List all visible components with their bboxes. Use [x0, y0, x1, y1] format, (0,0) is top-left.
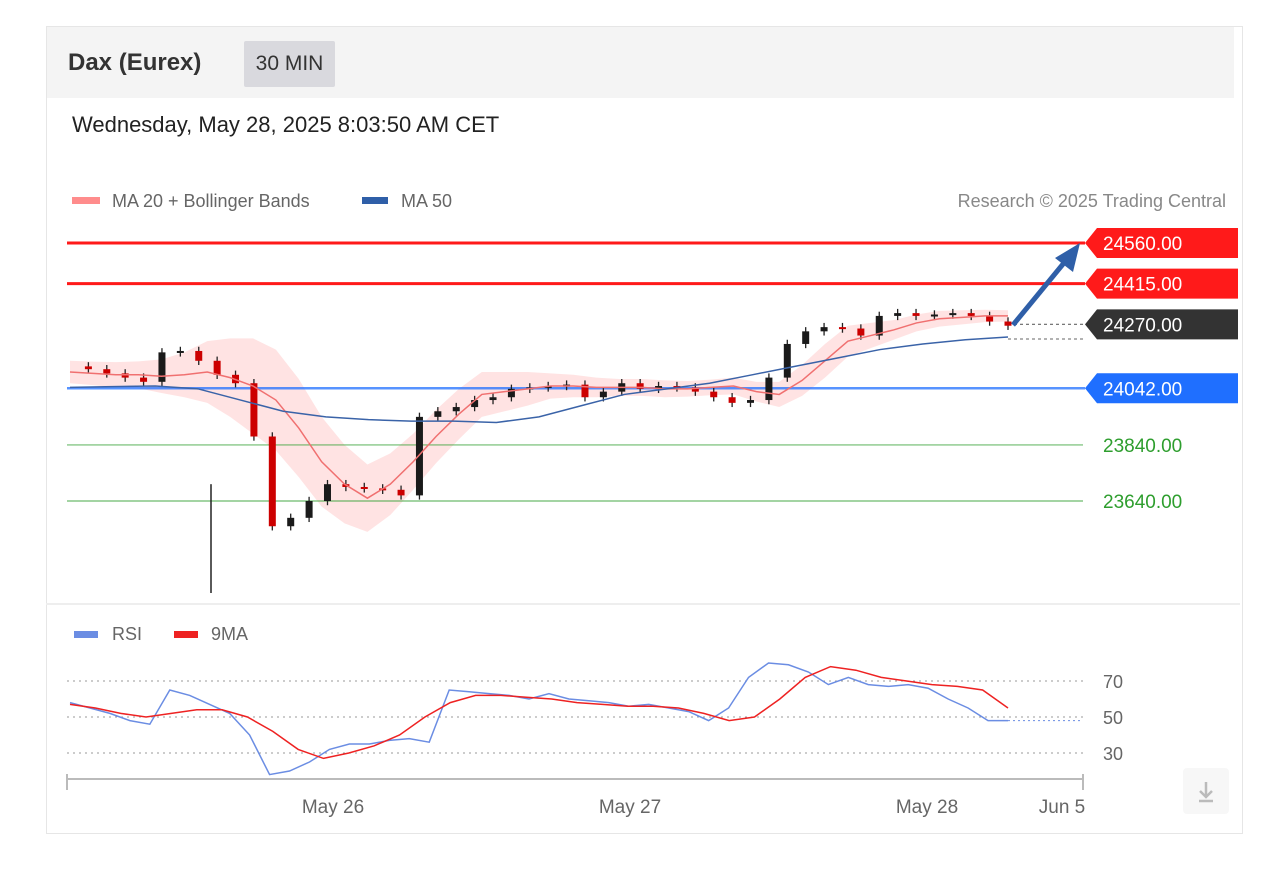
rsi-ma-line [69, 665, 1009, 760]
level-24415-label: 24415.00 [1103, 275, 1182, 296]
candle-body [452, 407, 460, 412]
rsi-tick-70: 70 [1103, 672, 1123, 692]
candle-body [802, 331, 810, 344]
candle-body [912, 313, 920, 316]
ma20-legend-label: MA 20 + Bollinger Bands [112, 191, 310, 211]
candle-body [949, 313, 957, 316]
candle-body [415, 416, 423, 496]
candle-body [747, 400, 755, 403]
candle-body [857, 328, 865, 336]
rsi-ma-legend-swatch [174, 631, 198, 638]
level-24270-label: 24270.00 [1103, 315, 1182, 336]
rsi-ma-legend-label: 9MA [211, 624, 248, 644]
rsi-tick-30: 30 [1103, 744, 1123, 764]
candle-body [967, 313, 975, 316]
candle-body [1004, 321, 1012, 326]
candle-body [489, 397, 497, 401]
candle-body [176, 350, 184, 353]
ma50-legend-label: MA 50 [401, 191, 452, 211]
level-24560-label: 24560.00 [1103, 234, 1182, 255]
candle-body [250, 383, 258, 437]
candle-body [213, 360, 221, 375]
candle-body [305, 501, 313, 518]
rsi-tick-50: 50 [1103, 708, 1123, 728]
candle-body [397, 489, 405, 496]
candle-body [930, 314, 938, 317]
level-24042-label: 24042.00 [1103, 379, 1182, 400]
candle-body [360, 486, 368, 489]
ma20-legend-swatch [72, 197, 100, 204]
copyright-label: Research © 2025 Trading Central [958, 191, 1226, 211]
level-23840-label: 23840.00 [1103, 436, 1182, 457]
candle-body [728, 397, 736, 403]
candle-body [158, 352, 166, 382]
x-tick-label: May 26 [302, 797, 364, 818]
candle-body [103, 369, 111, 374]
candle-body [84, 366, 92, 370]
candle-body [894, 313, 902, 316]
x-tick-label: Jun 5 [1039, 797, 1085, 818]
candle-body [287, 517, 295, 527]
candle-body [783, 343, 791, 378]
rsi-legend-swatch [74, 631, 98, 638]
x-tick-label: May 27 [599, 797, 661, 818]
candle-body [986, 315, 994, 322]
candle-body [838, 327, 846, 330]
rsi-legend-label: RSI [112, 624, 142, 644]
candle-body [195, 350, 203, 361]
candle-body [323, 484, 331, 501]
candle-body [268, 436, 276, 527]
x-tick-label: May 28 [896, 797, 958, 818]
candle-body [140, 377, 148, 382]
price-chart: MA 20 + Bollinger Bands MA 50 Research ©… [46, 191, 1240, 818]
level-23640-label: 23640.00 [1103, 492, 1182, 513]
ma50-legend-swatch [362, 197, 388, 204]
candle-body [434, 411, 442, 417]
candle-body [765, 377, 773, 401]
rsi-line [69, 662, 1008, 776]
candle-body [820, 327, 828, 332]
candle-body [710, 391, 718, 398]
candle-body [599, 391, 607, 398]
